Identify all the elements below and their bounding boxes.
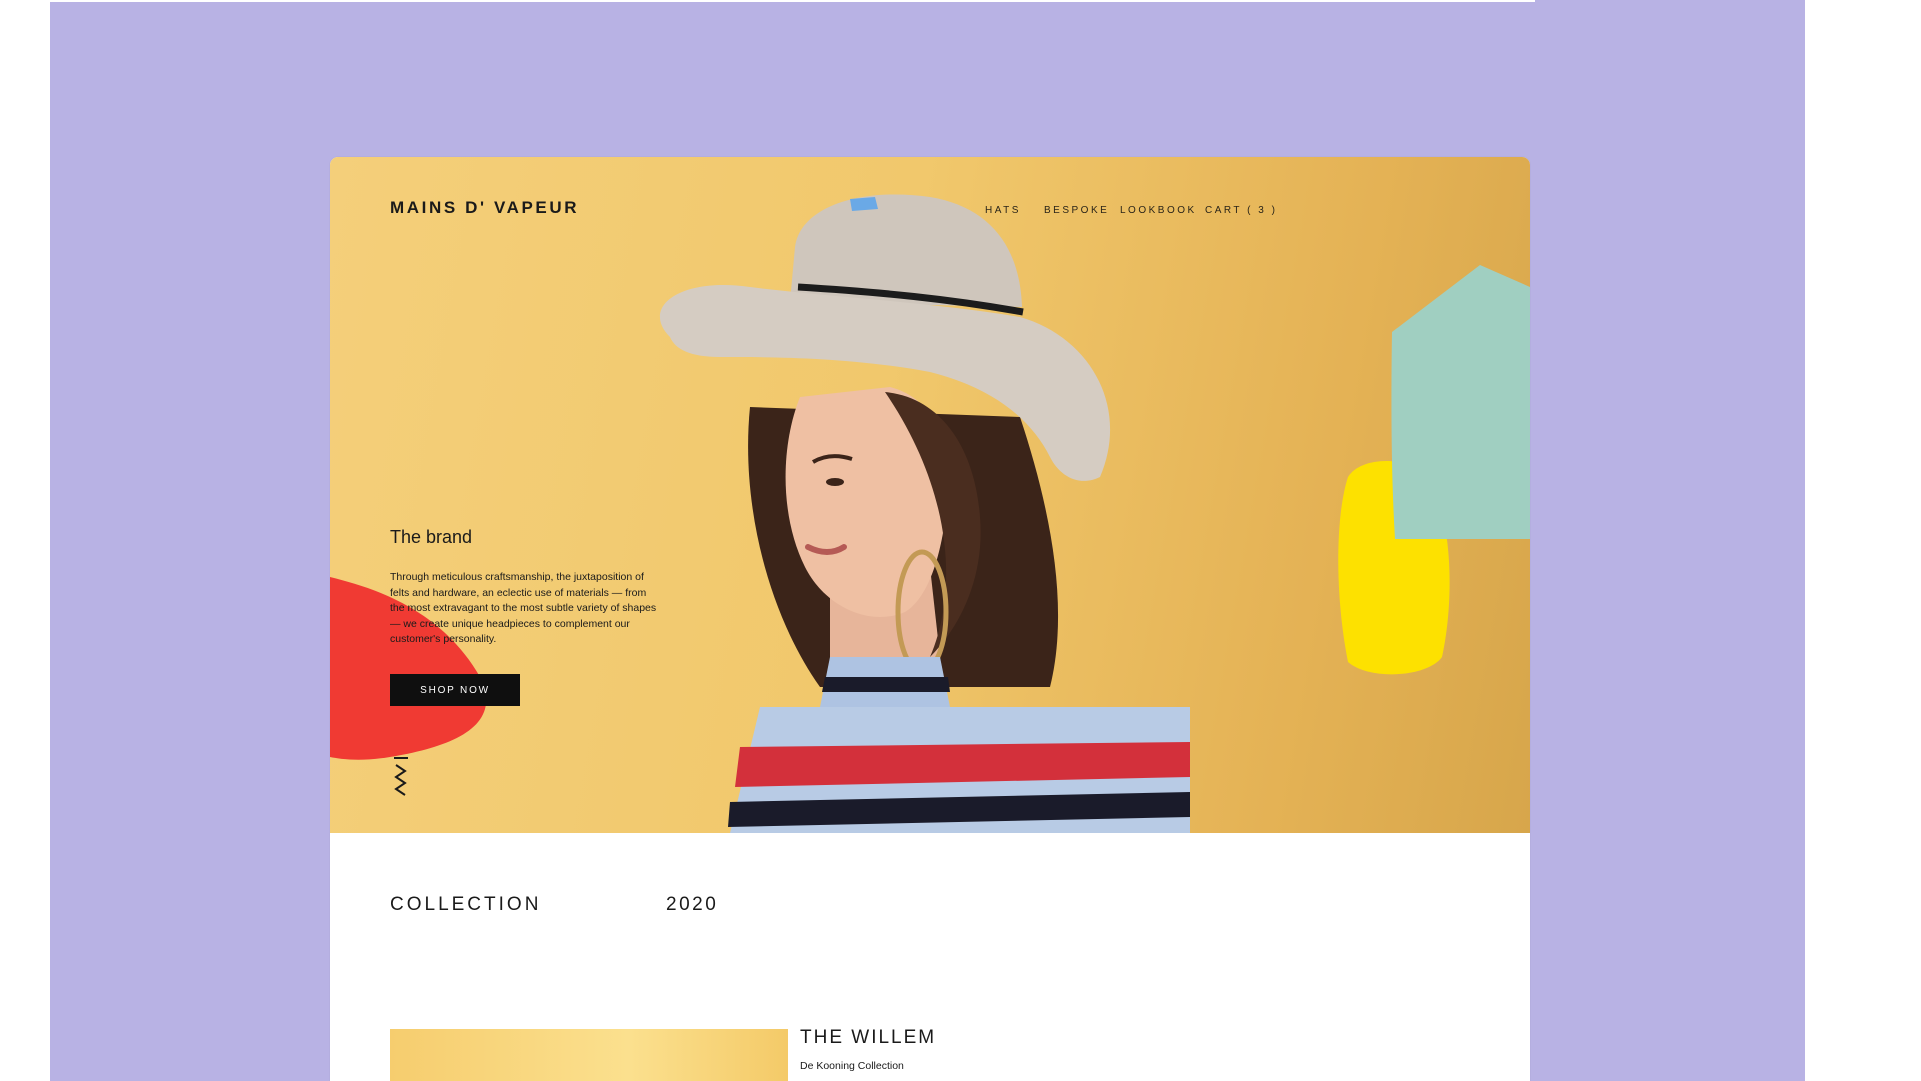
hero-heading: The brand bbox=[390, 527, 473, 547]
collection-year: 2020 bbox=[666, 894, 719, 915]
hero-section: MAINS D' VAPEUR HATS BESPOKE LOOKBOOK CA… bbox=[330, 157, 1530, 833]
mint-house-shape bbox=[1391, 265, 1530, 539]
browser-mockup: MAINS D' VAPEUR HATS BESPOKE LOOKBOOK CA… bbox=[330, 157, 1530, 1081]
nav-item-hats[interactable]: HATS bbox=[985, 205, 1021, 216]
main-navigation: HATS BESPOKE LOOKBOOK CART ( 3 ) bbox=[330, 205, 1530, 225]
nav-item-bespoke[interactable]: BESPOKE bbox=[1044, 205, 1109, 216]
nav-item-lookbook[interactable]: LOOKBOOK bbox=[1120, 205, 1197, 216]
scroll-down-icon[interactable] bbox=[393, 757, 409, 797]
top-edge bbox=[50, 0, 1535, 2]
model-photo bbox=[659, 194, 1190, 833]
product-image[interactable] bbox=[390, 1029, 788, 1081]
shop-now-button[interactable]: SHOP NOW bbox=[390, 674, 520, 706]
hero-description: Through meticulous craftsmanship, the ju… bbox=[390, 571, 657, 645]
collection-title: COLLECTION bbox=[390, 894, 542, 915]
nav-item-cart[interactable]: CART ( 3 ) bbox=[1205, 205, 1277, 216]
product-subtitle: De Kooning Collection bbox=[800, 1060, 904, 1072]
product-name[interactable]: THE WILLEM bbox=[800, 1027, 936, 1049]
